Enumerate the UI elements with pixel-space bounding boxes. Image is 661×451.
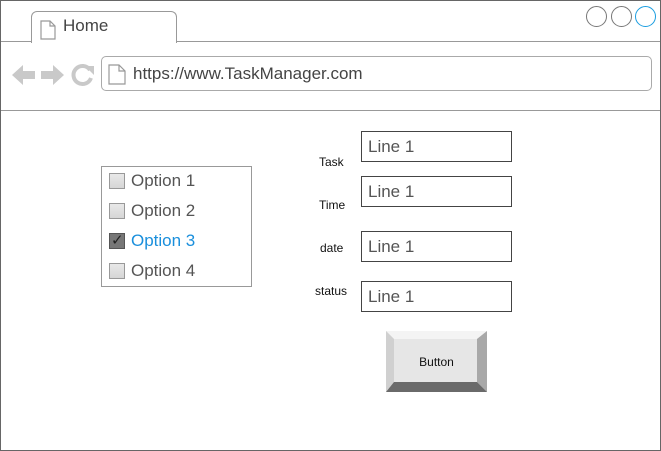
forward-arrow-icon[interactable] bbox=[40, 63, 65, 87]
date-label: date bbox=[320, 241, 344, 255]
time-field[interactable] bbox=[361, 176, 512, 207]
checkbox-checked[interactable] bbox=[109, 231, 125, 249]
list-item[interactable]: Option 1 bbox=[109, 169, 195, 193]
address-bar[interactable]: https://www.TaskManager.com bbox=[101, 56, 652, 91]
options-checklist: Option 1 Option 2 Option 3 Option 4 bbox=[101, 166, 252, 287]
option-label: Option 3 bbox=[131, 231, 196, 250]
option-label: Option 4 bbox=[131, 261, 196, 280]
reload-icon[interactable] bbox=[71, 63, 95, 87]
status-label: status bbox=[315, 284, 348, 298]
submit-button[interactable]: Button bbox=[386, 331, 487, 392]
list-item[interactable]: Option 2 bbox=[109, 199, 195, 223]
list-item[interactable]: Option 4 bbox=[109, 259, 195, 283]
checkbox[interactable] bbox=[109, 263, 125, 279]
window-button-1[interactable] bbox=[586, 6, 607, 27]
checkbox[interactable] bbox=[109, 203, 125, 219]
status-field[interactable] bbox=[361, 281, 512, 312]
page-icon bbox=[108, 64, 126, 85]
checkbox[interactable] bbox=[109, 173, 125, 189]
back-arrow-icon[interactable] bbox=[11, 63, 36, 87]
window-button-3[interactable] bbox=[635, 6, 656, 27]
button-label: Button bbox=[419, 354, 454, 369]
nav-bar-divider bbox=[1, 110, 660, 111]
task-field[interactable] bbox=[361, 131, 512, 162]
window-button-2[interactable] bbox=[611, 6, 632, 27]
task-label: Task bbox=[319, 155, 344, 169]
url-text: https://www.TaskManager.com bbox=[133, 64, 363, 83]
option-label: Option 1 bbox=[131, 171, 196, 190]
time-label: Time bbox=[319, 198, 346, 212]
tab-title: Home bbox=[63, 16, 109, 35]
tab-home[interactable]: Home bbox=[31, 11, 177, 43]
list-item[interactable]: Option 3 bbox=[109, 229, 195, 253]
page-icon bbox=[40, 20, 56, 40]
browser-window: Home https://www.TaskManager.com Option … bbox=[0, 0, 661, 451]
date-field[interactable] bbox=[361, 231, 512, 262]
option-label: Option 2 bbox=[131, 201, 196, 220]
